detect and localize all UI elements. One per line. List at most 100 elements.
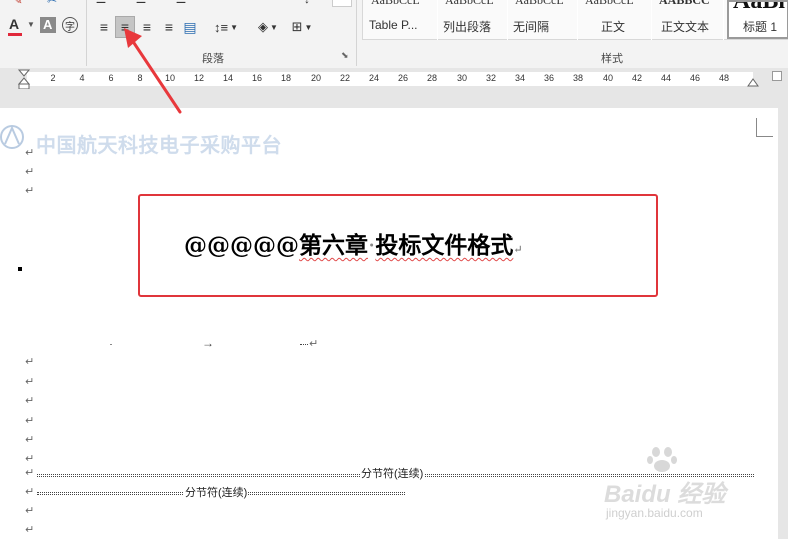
baidu-watermark: Baidu 经验 jingyan.baidu.com [600, 444, 750, 534]
ruler-toggle-button[interactable] [772, 71, 782, 81]
ruler-tick: 18 [280, 73, 291, 83]
align-left-button[interactable]: ≡ [94, 16, 114, 38]
paragraph-mark: ↵ [25, 147, 35, 159]
style-name: 无间隔 [513, 20, 550, 34]
baidu-url: jingyan.baidu.com [606, 506, 703, 520]
ruler-tick: 42 [631, 73, 642, 83]
right-indent-marker[interactable] [747, 77, 759, 87]
ruler-tick: 24 [368, 73, 379, 83]
paragraph-dialog-launcher-icon[interactable]: ⬊ [341, 50, 349, 61]
style-table-paragraph[interactable]: AaBbCcL Table P... [363, 0, 438, 40]
font-color-button[interactable]: A ▼ [6, 16, 35, 38]
tab-scroll-stub[interactable] [332, 0, 352, 7]
sort-icon[interactable]: ↕ [300, 0, 314, 6]
ruler-tick: 28 [426, 73, 437, 83]
baidu-jingyan-text: Baidu 经验 [604, 481, 726, 508]
paragraph-mark: ↵ [25, 395, 35, 407]
paragraph-mark: ↵ [25, 415, 35, 427]
ruler-tick: 48 [718, 73, 729, 83]
annotation-arrow [124, 28, 182, 114]
ruler-tick: 30 [456, 73, 467, 83]
page-corner-mark [756, 118, 773, 137]
styles-group-label: 样式 [601, 53, 623, 65]
heading-title: 投标文件格式 [375, 232, 514, 259]
borders-button[interactable]: ⊞ ▼ [288, 16, 316, 38]
ruler-tick: 2 [50, 73, 56, 83]
ruler-tick: 32 [485, 73, 496, 83]
format-painter-icon[interactable]: ✂ [44, 0, 60, 7]
vertical-scrollbar[interactable] [778, 108, 788, 539]
bullets-icon[interactable]: ☰ [94, 0, 108, 6]
ruler-tick: 14 [222, 73, 233, 83]
style-sample: AABBCC [659, 0, 710, 7]
paragraph-mark: ↵ [25, 505, 35, 517]
style-no-spacing[interactable]: AaBbCcL 无间隔 [507, 0, 578, 40]
paragraph-mark: ↵ [25, 524, 35, 536]
ruler-tick: 34 [514, 73, 525, 83]
ruler-tick: 4 [79, 73, 85, 83]
heading-prefix: @@@@@ [184, 232, 299, 259]
paragraph-mark: ↵ [309, 338, 319, 350]
paragraph-mark: ↵ [25, 453, 35, 465]
font-color-bar [8, 33, 22, 36]
paragraph-mark: ↵ [25, 185, 35, 197]
style-sample: AaBbCcL [371, 0, 420, 7]
style-body-text[interactable]: AABBCC 正文文本 [651, 0, 724, 40]
clear-format-icon[interactable]: ✎ [10, 0, 26, 7]
font-group-partial: ✎ ✂ A ▼ A 字 [0, 0, 82, 66]
ruler-tick: 46 [689, 73, 700, 83]
style-sample: AaBbCcL [585, 0, 634, 7]
styles-group: AaBbCcL Table P... AaBbCcL 列出段落 AaBbCcL … [358, 0, 788, 66]
paragraph-mark: ↵ [25, 434, 35, 446]
ruler-tick: 26 [397, 73, 408, 83]
ruler-tick: 38 [572, 73, 583, 83]
heading-paragraph-mark: ↵ [513, 243, 523, 256]
ruler-tick: 44 [660, 73, 671, 83]
baidu-paw-icon [647, 447, 677, 472]
ruler-tick: 12 [193, 73, 204, 83]
tab-dot [110, 344, 112, 345]
ruler-tick: 16 [251, 73, 262, 83]
dropdown-arrow-icon: ▼ [27, 20, 35, 29]
ruler-tick: 40 [602, 73, 613, 83]
watermark-text: 中国航天科技电子采购平台 [36, 135, 282, 157]
style-name: 列出段落 [443, 20, 492, 34]
section-break-label: 分节符(连续) [184, 484, 249, 500]
style-heading-1[interactable]: AaBl 标题 1 [727, 0, 788, 39]
paragraph-group-label: 段落 [202, 53, 224, 65]
shading-bucket-button[interactable]: ◈ ▼ [254, 16, 282, 38]
group-separator [356, 0, 357, 66]
style-list-paragraph[interactable]: AaBbCcL 列出段落 [437, 0, 508, 40]
casc-logo-icon [0, 125, 24, 149]
multilevel-icon[interactable]: ☰ [174, 0, 188, 6]
paragraph-mark: ↵ [25, 467, 35, 479]
enclose-character-button[interactable]: 字 [62, 17, 78, 33]
paragraph-mark: ↵ [25, 486, 35, 498]
styles-gallery: AaBbCcL Table P... AaBbCcL 列出段落 AaBbCcL … [362, 0, 788, 40]
style-name: 正文文本 [661, 20, 710, 34]
paragraph-mark: ↵ [25, 356, 35, 368]
tab-arrow: → [202, 336, 214, 350]
style-sample: AaBl [733, 0, 786, 14]
first-line-indent-marker[interactable] [18, 69, 30, 89]
numbering-icon[interactable]: ☰ [134, 0, 148, 6]
style-normal[interactable]: AaBbCcL 正文 [577, 0, 652, 40]
paragraph-mark: ↵ [25, 166, 35, 178]
ruler-tick: 20 [310, 73, 321, 83]
heading-chapter: 第六章 [299, 232, 368, 259]
section-break-label: 分节符(连续) [360, 465, 425, 481]
paragraph-mark: ↵ [25, 376, 35, 388]
enclose-char: 字 [65, 22, 75, 33]
chapter-heading[interactable]: @@@@@第六章·投标文件格式↵ [184, 226, 523, 260]
style-name: Table P... [369, 18, 418, 32]
character-shading-button[interactable]: A [40, 17, 56, 33]
style-name: 标题 1 [743, 20, 778, 34]
tab-leader [300, 344, 308, 345]
line-spacing-button[interactable]: ↕≡ ▼ [212, 16, 240, 38]
style-sample: AaBbCcL [445, 0, 494, 7]
font-color-letter: A [9, 16, 20, 32]
group-separator [86, 0, 87, 66]
ruler-tick: 22 [339, 73, 350, 83]
shading-letter: A [43, 17, 53, 32]
style-name: 正文 [601, 20, 626, 34]
